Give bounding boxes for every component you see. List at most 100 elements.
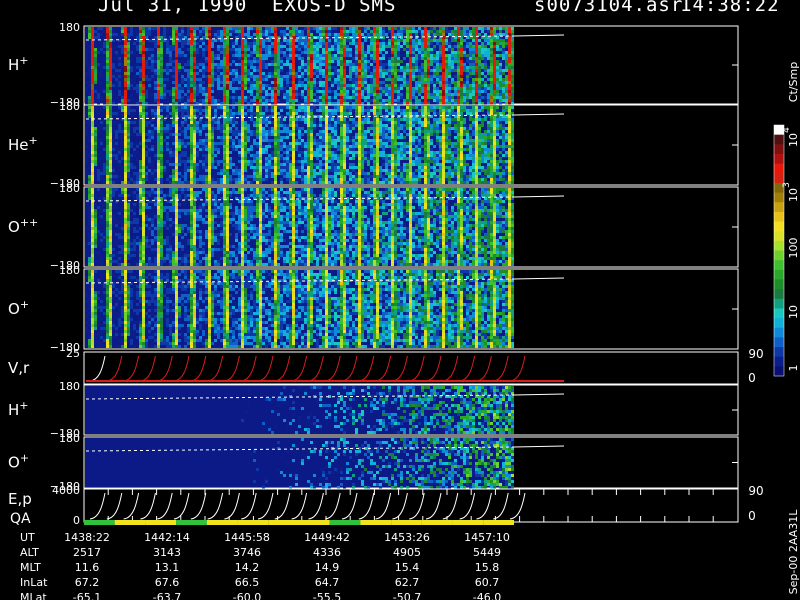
heatmap-cell <box>271 63 274 66</box>
heatmap-cell <box>238 75 241 78</box>
heatmap-cell <box>295 166 298 169</box>
heatmap-cell <box>301 181 304 184</box>
heatmap-cell <box>154 81 157 84</box>
heatmap-cell <box>172 142 175 145</box>
heatmap-cell <box>115 154 118 157</box>
heatmap-cell <box>490 69 493 72</box>
heatmap-cell <box>376 45 379 48</box>
heatmap-cell <box>313 121 316 124</box>
heatmap-cell <box>292 81 295 84</box>
heatmap-cell <box>316 145 319 148</box>
heatmap-cell <box>319 151 322 154</box>
heatmap-cell <box>277 84 280 87</box>
heatmap-cell <box>403 57 406 60</box>
heatmap-cell <box>322 130 325 133</box>
heatmap-cell <box>256 93 259 96</box>
heatmap-cell <box>241 163 244 166</box>
heatmap-cell <box>457 84 460 87</box>
heatmap-cell <box>274 127 277 130</box>
heatmap-cell <box>157 75 160 78</box>
heatmap-cell <box>199 51 202 54</box>
heatmap-cell <box>289 51 292 54</box>
heatmap-cell <box>313 127 316 130</box>
heatmap-cell <box>322 166 325 169</box>
heatmap-cell <box>283 160 286 163</box>
heatmap-cell <box>433 27 436 30</box>
heatmap-cell <box>142 178 145 181</box>
heatmap-cell <box>91 84 94 87</box>
heatmap-cell <box>271 172 274 175</box>
heatmap-cell <box>193 112 196 115</box>
heatmap-cell <box>262 75 265 78</box>
heatmap-cell <box>361 42 364 45</box>
heatmap-cell <box>160 160 163 163</box>
heatmap-cell <box>406 72 409 75</box>
heatmap-cell <box>355 99 358 102</box>
heatmap-cell <box>505 75 508 78</box>
heatmap-cell <box>427 60 430 63</box>
heatmap-cell <box>265 90 268 93</box>
heatmap-cell <box>238 151 241 154</box>
heatmap-cell <box>304 118 307 121</box>
heatmap-cell <box>127 51 130 54</box>
heatmap-cell <box>139 57 142 60</box>
heatmap-cell <box>316 84 319 87</box>
heatmap-cell <box>118 127 121 130</box>
heatmap-cell <box>394 90 397 93</box>
heatmap-cell <box>265 145 268 148</box>
heatmap-cell <box>139 81 142 84</box>
heatmap-cell <box>292 69 295 72</box>
heatmap-cell <box>322 145 325 148</box>
heatmap-cell <box>259 63 262 66</box>
heatmap-cell <box>208 181 211 184</box>
heatmap-cell <box>211 142 214 145</box>
heatmap-cell <box>253 169 256 172</box>
heatmap-cell <box>391 54 394 57</box>
heatmap-cell <box>307 163 310 166</box>
heatmap-cell <box>130 51 133 54</box>
heatmap-cell <box>253 157 256 160</box>
heatmap-cell <box>241 39 244 42</box>
heatmap-cell <box>499 75 502 78</box>
heatmap-cell <box>247 63 250 66</box>
heatmap-cell <box>199 66 202 69</box>
heatmap-cell <box>292 45 295 48</box>
heatmap-cell <box>478 51 481 54</box>
heatmap-cell <box>190 106 193 109</box>
heatmap-cell <box>391 75 394 78</box>
heatmap-cell <box>199 166 202 169</box>
heatmap-cell <box>148 133 151 136</box>
heatmap-cell <box>508 99 511 102</box>
heatmap-cell <box>409 51 412 54</box>
heatmap-cell <box>301 54 304 57</box>
heatmap-cell <box>325 87 328 90</box>
heatmap-cell <box>181 145 184 148</box>
heatmap-cell <box>310 172 313 175</box>
heatmap-cell <box>502 27 505 30</box>
heatmap-cell <box>142 160 145 163</box>
heatmap-cell <box>280 127 283 130</box>
heatmap-cell <box>274 66 277 69</box>
heatmap-cell <box>232 142 235 145</box>
heatmap-cell <box>421 66 424 69</box>
heatmap-cell <box>175 112 178 115</box>
heatmap-cell <box>187 133 190 136</box>
heatmap-cell <box>154 109 157 112</box>
heatmap-cell <box>208 121 211 124</box>
heatmap-cell <box>199 139 202 142</box>
heatmap-cell <box>139 90 142 93</box>
heatmap-cell <box>109 60 112 63</box>
heatmap-cell <box>208 172 211 175</box>
heatmap-cell <box>139 60 142 63</box>
heatmap-cell <box>415 75 418 78</box>
heatmap-cell <box>157 121 160 124</box>
heatmap-cell <box>244 69 247 72</box>
heatmap-cell <box>439 45 442 48</box>
heatmap-cell <box>160 109 163 112</box>
heatmap-cell <box>379 69 382 72</box>
heatmap-cell <box>502 72 505 75</box>
heatmap-cell <box>400 54 403 57</box>
heatmap-cell <box>286 42 289 45</box>
heatmap-cell <box>256 54 259 57</box>
heatmap-cell <box>283 63 286 66</box>
